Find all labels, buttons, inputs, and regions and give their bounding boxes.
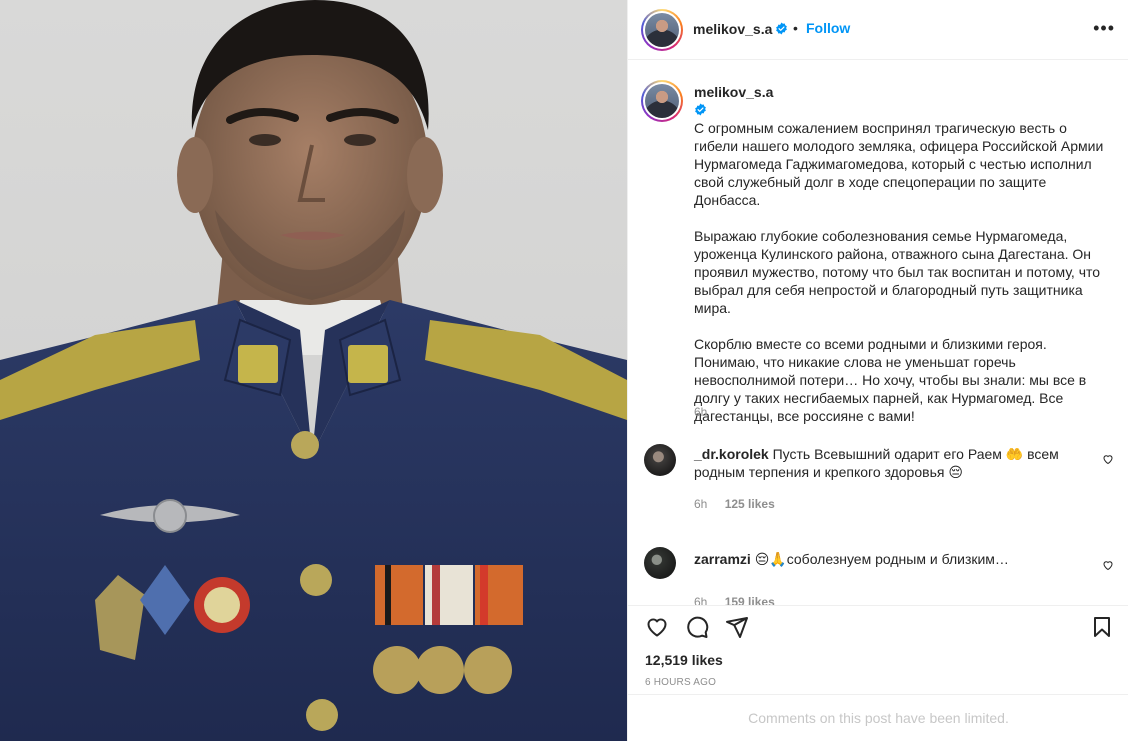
commenter-username[interactable]: _dr.korolek <box>694 446 769 462</box>
caption-paragraph-2: Выражаю глубокие соболезнования семье Ну… <box>694 228 1101 316</box>
commenter-avatar[interactable] <box>644 444 676 476</box>
comment-icon[interactable] <box>685 615 709 639</box>
comment-time[interactable]: 6h <box>694 595 707 605</box>
comment-like-heart-icon[interactable] <box>1102 453 1114 465</box>
more-icon[interactable]: ••• <box>1093 18 1115 39</box>
author-avatar[interactable] <box>641 9 683 51</box>
follow-button[interactable]: Follow <box>806 20 850 36</box>
comment-like-heart-icon[interactable] <box>1102 559 1114 571</box>
post-time[interactable]: 6 HOURS AGO <box>645 677 716 688</box>
post-side-panel: melikov_s.a • Follow ••• melikov_s.a С о… <box>627 0 1128 741</box>
heart-icon[interactable] <box>645 615 669 639</box>
commenter-avatar[interactable] <box>644 547 676 579</box>
comment-time[interactable]: 6h <box>694 497 707 511</box>
caption-text: melikov_s.a С огромным сожалением воспри… <box>694 83 1114 443</box>
post-header: melikov_s.a • Follow ••• <box>628 0 1128 60</box>
caption-time[interactable]: 6h <box>694 405 707 419</box>
share-icon[interactable] <box>725 615 749 639</box>
commenter-username[interactable]: zarramzi <box>694 551 751 567</box>
comment-likes[interactable]: 125 likes <box>725 497 775 511</box>
comment-meta: 6h 159 likes <box>694 595 789 605</box>
caption-paragraph-3: Скорблю вместе со всеми родными и близки… <box>694 336 1087 424</box>
comment-likes[interactable]: 159 likes <box>725 595 775 605</box>
verified-badge-icon <box>776 22 787 35</box>
comment-meta: 6h 125 likes <box>694 497 789 511</box>
bookmark-icon[interactable] <box>1090 615 1114 639</box>
comments-scroll-area[interactable]: melikov_s.a С огромным сожалением воспри… <box>628 61 1128 605</box>
comment-text: _dr.korolek Пусть Всевышний одарит его Р… <box>694 445 1094 481</box>
caption-author-avatar[interactable] <box>641 80 683 122</box>
comment-body: 😔🙏соболезнуем родным и близким… <box>754 551 1009 567</box>
verified-badge-icon <box>695 103 706 116</box>
author-username[interactable]: melikov_s.a <box>693 21 772 37</box>
likes-count[interactable]: 12,519 likes <box>645 652 723 668</box>
comment-text: zarramzi 😔🙏соболезнуем родным и близким… <box>694 550 1094 568</box>
soldier-portrait-image <box>0 0 627 741</box>
caption-username[interactable]: melikov_s.a <box>694 84 773 100</box>
separator-dot: • <box>793 20 798 36</box>
post-photo[interactable] <box>0 0 627 741</box>
caption-paragraph-1: С огромным сожалением воспринял трагичес… <box>694 120 1104 208</box>
comments-limited-notice: Comments on this post have been limited. <box>628 694 1128 741</box>
post-actions-bar: 12,519 likes 6 HOURS AGO Comments on thi… <box>628 605 1128 741</box>
